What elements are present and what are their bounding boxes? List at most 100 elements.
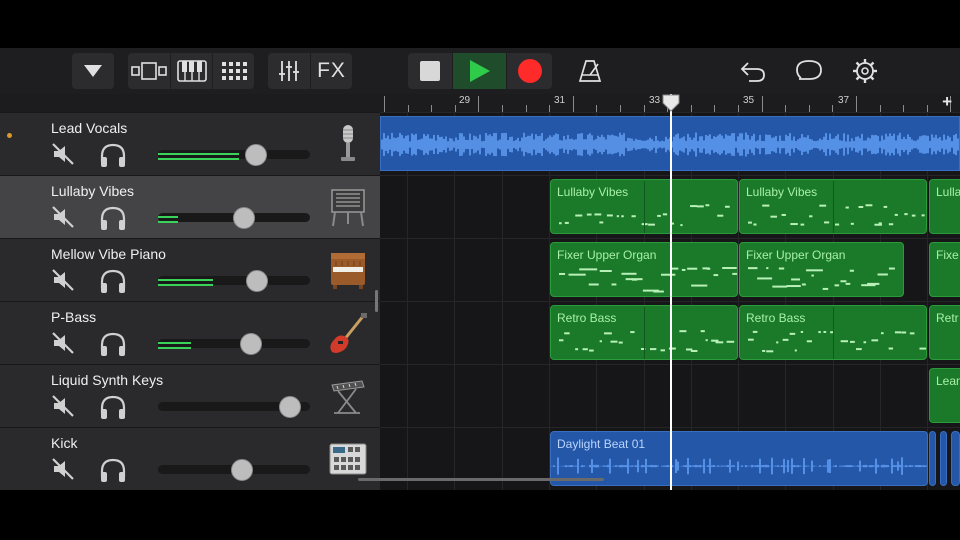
browser-button[interactable]	[72, 53, 114, 89]
solo-button[interactable]	[99, 205, 127, 231]
track-name: Liquid Synth Keys	[51, 372, 164, 388]
horizontal-scroll-indicator[interactable]	[358, 478, 604, 481]
level-meter	[158, 158, 239, 160]
solo-button[interactable]	[99, 142, 127, 168]
loop-seam	[833, 181, 834, 233]
settings-button[interactable]	[844, 53, 886, 89]
instrument-icon-button[interactable]	[328, 186, 368, 228]
midi-note	[748, 338, 754, 341]
record-button[interactable]	[506, 53, 552, 89]
volume-knob[interactable]	[246, 270, 268, 292]
playhead-handle[interactable]	[662, 94, 680, 112]
midi-region-fixer-upper-organ[interactable]: Fixer Upper Organ	[550, 242, 738, 297]
midi-note	[867, 282, 880, 285]
fx-button[interactable]: FX	[310, 53, 352, 89]
synth-keyboard-icon	[331, 380, 365, 414]
grid-view-button[interactable]	[212, 53, 254, 89]
midi-region-lullaby-vibes[interactable]: Lulla	[929, 179, 960, 234]
volume-knob[interactable]	[233, 207, 255, 229]
header-scroll-indicator[interactable]	[375, 290, 378, 312]
mute-button[interactable]	[51, 394, 75, 418]
midi-note	[732, 272, 737, 275]
audio-region-daylight-beat[interactable]	[929, 431, 936, 486]
volume-slider[interactable]	[158, 459, 310, 481]
instrument-icon-button[interactable]	[328, 312, 368, 354]
mute-button[interactable]	[51, 205, 75, 229]
mute-button[interactable]	[51, 142, 75, 166]
midi-note	[752, 330, 758, 333]
solo-button[interactable]	[99, 394, 127, 420]
ruler-tick	[431, 105, 432, 112]
track-header-lead-vocals[interactable]: Lead Vocals	[0, 112, 380, 175]
midi-note	[806, 340, 812, 343]
instrument-icon-button[interactable]	[328, 375, 368, 417]
metronome-button[interactable]	[569, 53, 611, 89]
volume-slider[interactable]	[158, 333, 310, 355]
midi-note	[724, 205, 730, 208]
midi-note	[772, 285, 788, 288]
mute-button[interactable]	[51, 331, 75, 355]
midi-note	[789, 332, 796, 335]
bar-number: 33	[649, 95, 661, 106]
midi-region-retro-bass[interactable]: Retr	[929, 305, 960, 360]
midi-note	[599, 340, 602, 343]
loop-browser-button[interactable]	[788, 53, 830, 89]
volume-slider[interactable]	[158, 270, 310, 292]
midi-note	[840, 340, 848, 343]
keyboard-view-button[interactable]	[170, 53, 212, 89]
mute-button[interactable]	[51, 268, 75, 292]
speaker-muted-icon	[52, 332, 74, 354]
headers-spacer	[0, 94, 380, 112]
track-header-p-bass[interactable]: P-Bass	[0, 301, 380, 364]
solo-button[interactable]	[99, 457, 127, 483]
midi-note	[819, 204, 827, 207]
volume-knob[interactable]	[245, 144, 267, 166]
midi-region-liquid-synth[interactable]: Lean	[929, 368, 960, 423]
volume-knob[interactable]	[240, 333, 262, 355]
midi-note	[865, 204, 873, 207]
midi-note	[894, 213, 898, 216]
track-header-liquid-synth-keys[interactable]: Liquid Synth Keys	[0, 364, 380, 427]
midi-note	[757, 277, 773, 280]
track-header-lullaby-vibes[interactable]: Lullaby Vibes	[0, 175, 380, 238]
region-label: Retr	[936, 311, 959, 325]
solo-button[interactable]	[99, 268, 127, 294]
add-section-button[interactable]: +	[942, 94, 952, 112]
stop-button[interactable]	[408, 53, 452, 89]
volume-knob[interactable]	[231, 459, 253, 481]
volume-slider[interactable]	[158, 144, 310, 166]
grid-icon	[221, 62, 247, 80]
undo-icon	[740, 62, 765, 82]
track-header-mellow-vibe-piano[interactable]: Mellow Vibe Piano	[0, 238, 380, 301]
solo-button[interactable]	[99, 331, 127, 357]
midi-region-fixer-upper-organ[interactable]: Fixer Upper Organ	[739, 242, 904, 297]
volume-slider[interactable]	[158, 207, 310, 229]
midi-note	[568, 273, 586, 276]
mixer-button[interactable]	[268, 53, 310, 89]
midi-note	[606, 214, 613, 217]
midi-note	[680, 224, 683, 227]
instrument-icon-button[interactable]	[328, 249, 368, 291]
playhead[interactable]	[670, 94, 672, 490]
audio-region-daylight-beat[interactable]	[951, 431, 960, 486]
instrument-icon-button[interactable]	[328, 123, 368, 165]
volume-slider[interactable]	[158, 396, 310, 418]
track-header-kick[interactable]: Kick	[0, 427, 380, 490]
midi-note	[599, 269, 612, 272]
midi-note	[800, 223, 805, 226]
undo-button[interactable]	[732, 53, 774, 89]
play-button[interactable]	[452, 53, 506, 89]
volume-knob[interactable]	[279, 396, 301, 418]
audio-region-daylight-beat[interactable]	[940, 431, 947, 486]
instrument-icon-button[interactable]	[328, 438, 368, 480]
midi-region-fixer-upper-organ[interactable]: Fixe	[929, 242, 960, 297]
midi-note	[883, 205, 888, 208]
audio-region-daylight-beat[interactable]: Daylight Beat 01	[550, 431, 928, 486]
midi-note	[845, 206, 849, 209]
tracks-view-button[interactable]	[128, 53, 170, 89]
mute-button[interactable]	[51, 457, 75, 481]
midi-note	[840, 280, 847, 283]
ruler-tick	[809, 105, 810, 112]
ruler-tick	[502, 105, 503, 112]
bar-number: 35	[743, 95, 755, 106]
